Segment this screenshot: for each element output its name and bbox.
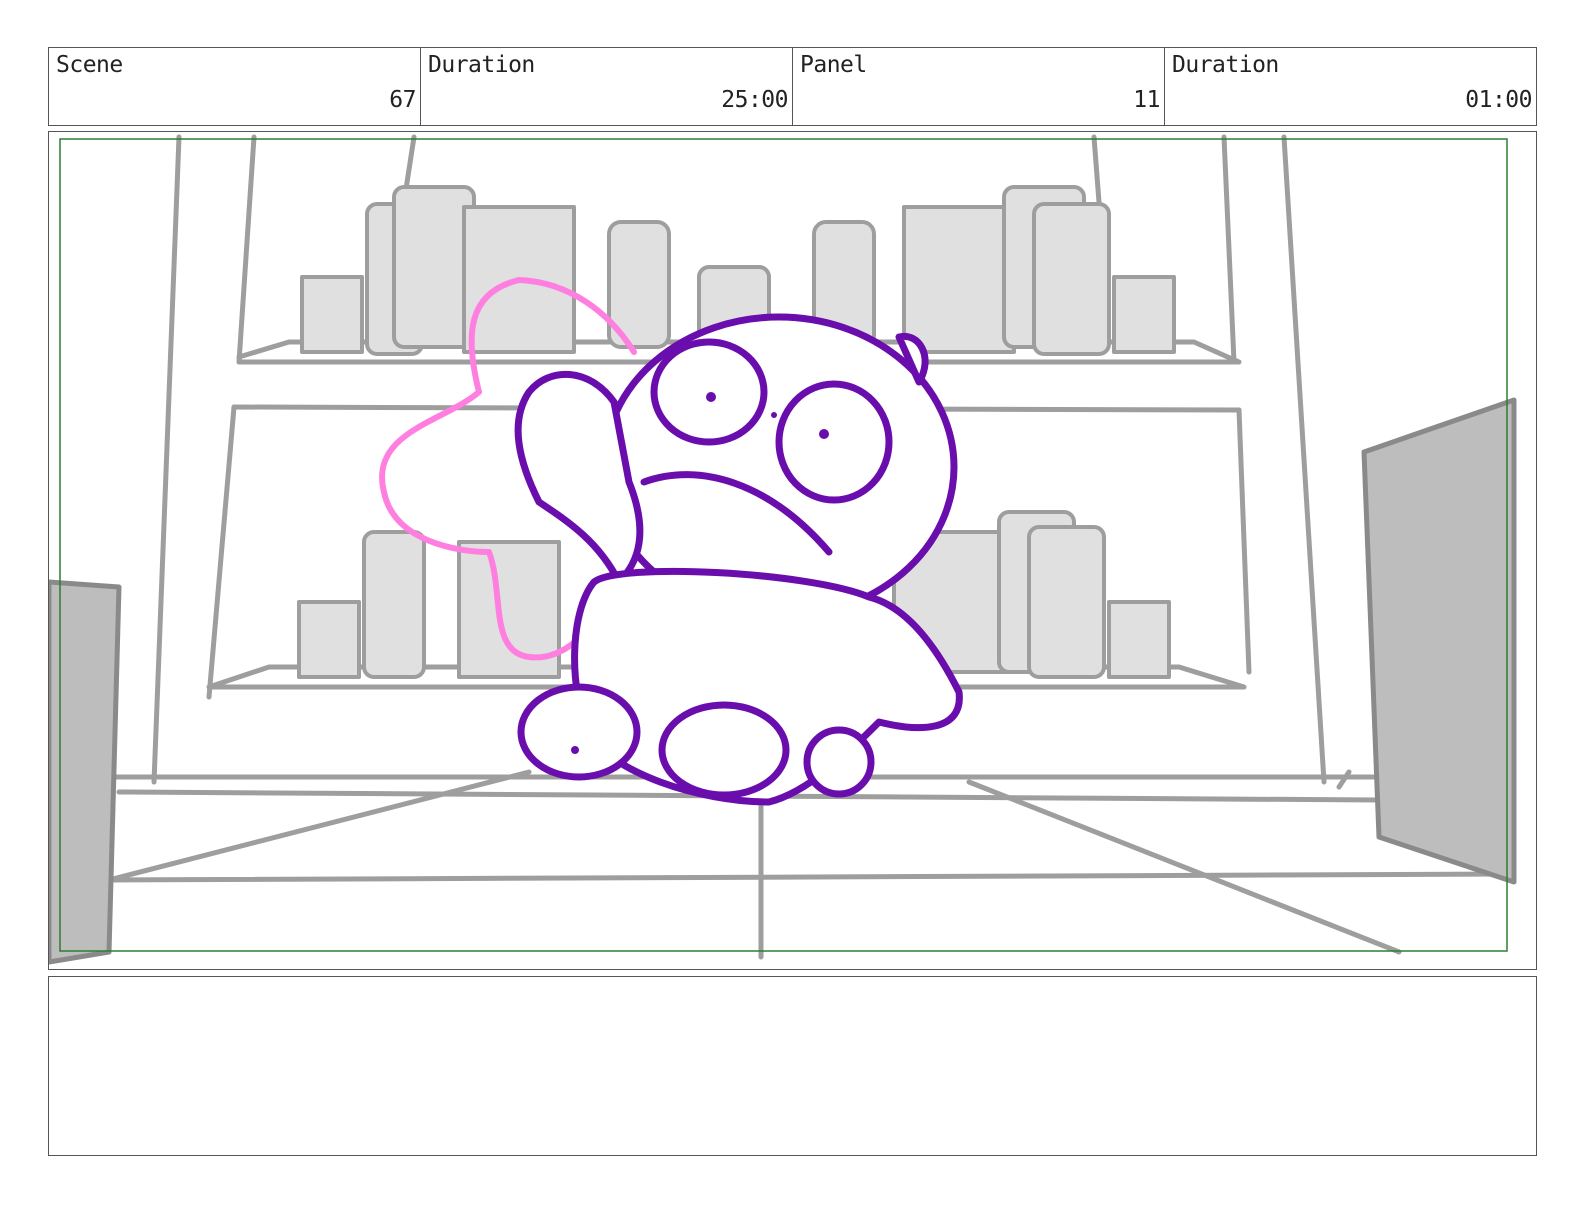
scene-cell: Scene 67 [49, 48, 421, 125]
scene-duration-label: Duration [428, 52, 535, 78]
scene-label: Scene [56, 52, 123, 78]
character-body [514, 313, 963, 806]
panel-info-header: Scene 67 Duration 25:00 Panel 11 Duratio… [48, 47, 1537, 126]
scene-duration-cell: Duration 25:00 [421, 48, 793, 125]
storyboard-panel-image [48, 131, 1537, 970]
scene-duration-value: 25:00 [721, 87, 788, 113]
panel-number: 11 [1133, 87, 1160, 113]
panel-label: Panel [800, 52, 867, 78]
panel-duration-value: 01:00 [1465, 87, 1532, 113]
scene-number: 67 [389, 87, 416, 113]
panel-duration-cell: Duration 01:00 [1165, 48, 1536, 125]
panel-duration-label: Duration [1172, 52, 1279, 78]
panel-cell: Panel 11 [793, 48, 1165, 125]
panel-notes-box [48, 976, 1537, 1156]
storyboard-sketch [49, 134, 1517, 965]
